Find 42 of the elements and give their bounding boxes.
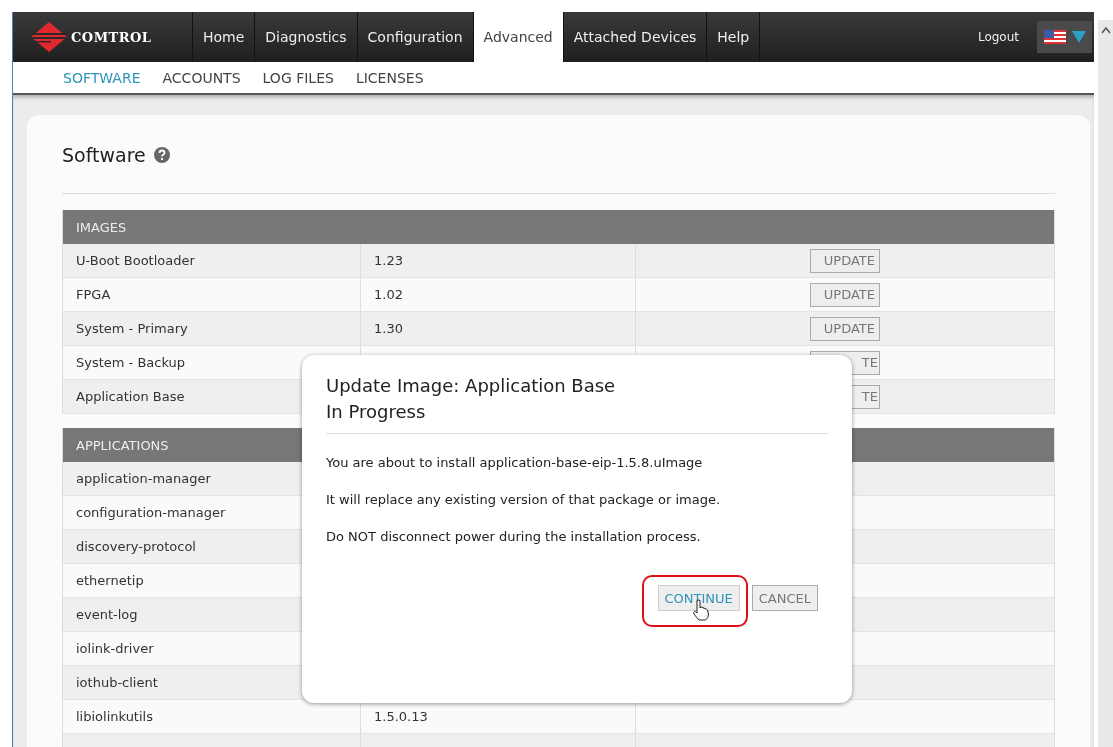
update-button[interactable]: UPDATE bbox=[810, 316, 880, 341]
table-cell: discovery-protocol bbox=[76, 539, 196, 554]
table-cell: FPGA bbox=[76, 287, 111, 302]
dialog-subtitle: In Progress bbox=[326, 400, 427, 424]
table-cell: application-manager bbox=[76, 471, 211, 486]
table-cell: System - Backup bbox=[76, 355, 186, 370]
help-icon[interactable] bbox=[153, 147, 170, 163]
dialog-message: Do NOT disconnect power during the installation process. bbox=[326, 528, 702, 545]
section-heading: APPLICATIONS bbox=[76, 437, 169, 453]
language-dropdown[interactable] bbox=[1037, 21, 1092, 53]
dialog-message: It will replace any existing version of that package or image. bbox=[326, 491, 722, 508]
section-heading: IMAGES bbox=[76, 219, 127, 235]
nav-tab[interactable]: Advanced bbox=[473, 12, 564, 62]
table-cell: 1.02 bbox=[374, 287, 403, 302]
logo-diamond-icon bbox=[31, 22, 67, 52]
update-button[interactable]: UPDATE bbox=[810, 248, 880, 273]
table-cell: iolink-driver bbox=[76, 641, 154, 656]
subnav-tab[interactable]: ACCOUNTS bbox=[152, 69, 251, 86]
subnav-tab[interactable]: SOFTWARE bbox=[53, 69, 151, 86]
table-cell: Application Base bbox=[76, 389, 185, 404]
table-cell: iothub-client bbox=[76, 675, 158, 690]
logo-wordmark: COMTROL bbox=[71, 29, 152, 45]
subnav-tab[interactable]: LOG FILES bbox=[252, 69, 344, 86]
page-title: Software bbox=[62, 144, 146, 166]
table-cell: ethernetip bbox=[76, 573, 144, 588]
scrollbar[interactable] bbox=[1098, 20, 1113, 747]
table-cell: 1.30 bbox=[374, 321, 403, 336]
caret-icon bbox=[1071, 31, 1086, 43]
subnav-tab[interactable]: LICENSES bbox=[345, 69, 434, 86]
table-cell: event-log bbox=[76, 607, 138, 622]
dialog-message: You are about to install application-base-eip-1.5.8.uImage bbox=[326, 454, 704, 471]
table-cell: U-Boot Bootloader bbox=[76, 253, 195, 268]
table-cell: configuration-manager bbox=[76, 505, 226, 520]
table-cell: 1.23 bbox=[374, 253, 403, 268]
dialog-title: Update Image: Application Base bbox=[326, 374, 617, 398]
table-cell: 1.5.0.13 bbox=[374, 709, 428, 724]
table-cell: System - Primary bbox=[76, 321, 188, 336]
dialog-button[interactable]: CANCEL bbox=[751, 585, 818, 611]
table-cell: libiolinkutils bbox=[76, 709, 153, 724]
logout-link[interactable]: Logout bbox=[977, 12, 1019, 62]
us-flag-icon bbox=[1043, 30, 1066, 44]
update-button[interactable]: UPDATE bbox=[810, 282, 880, 307]
